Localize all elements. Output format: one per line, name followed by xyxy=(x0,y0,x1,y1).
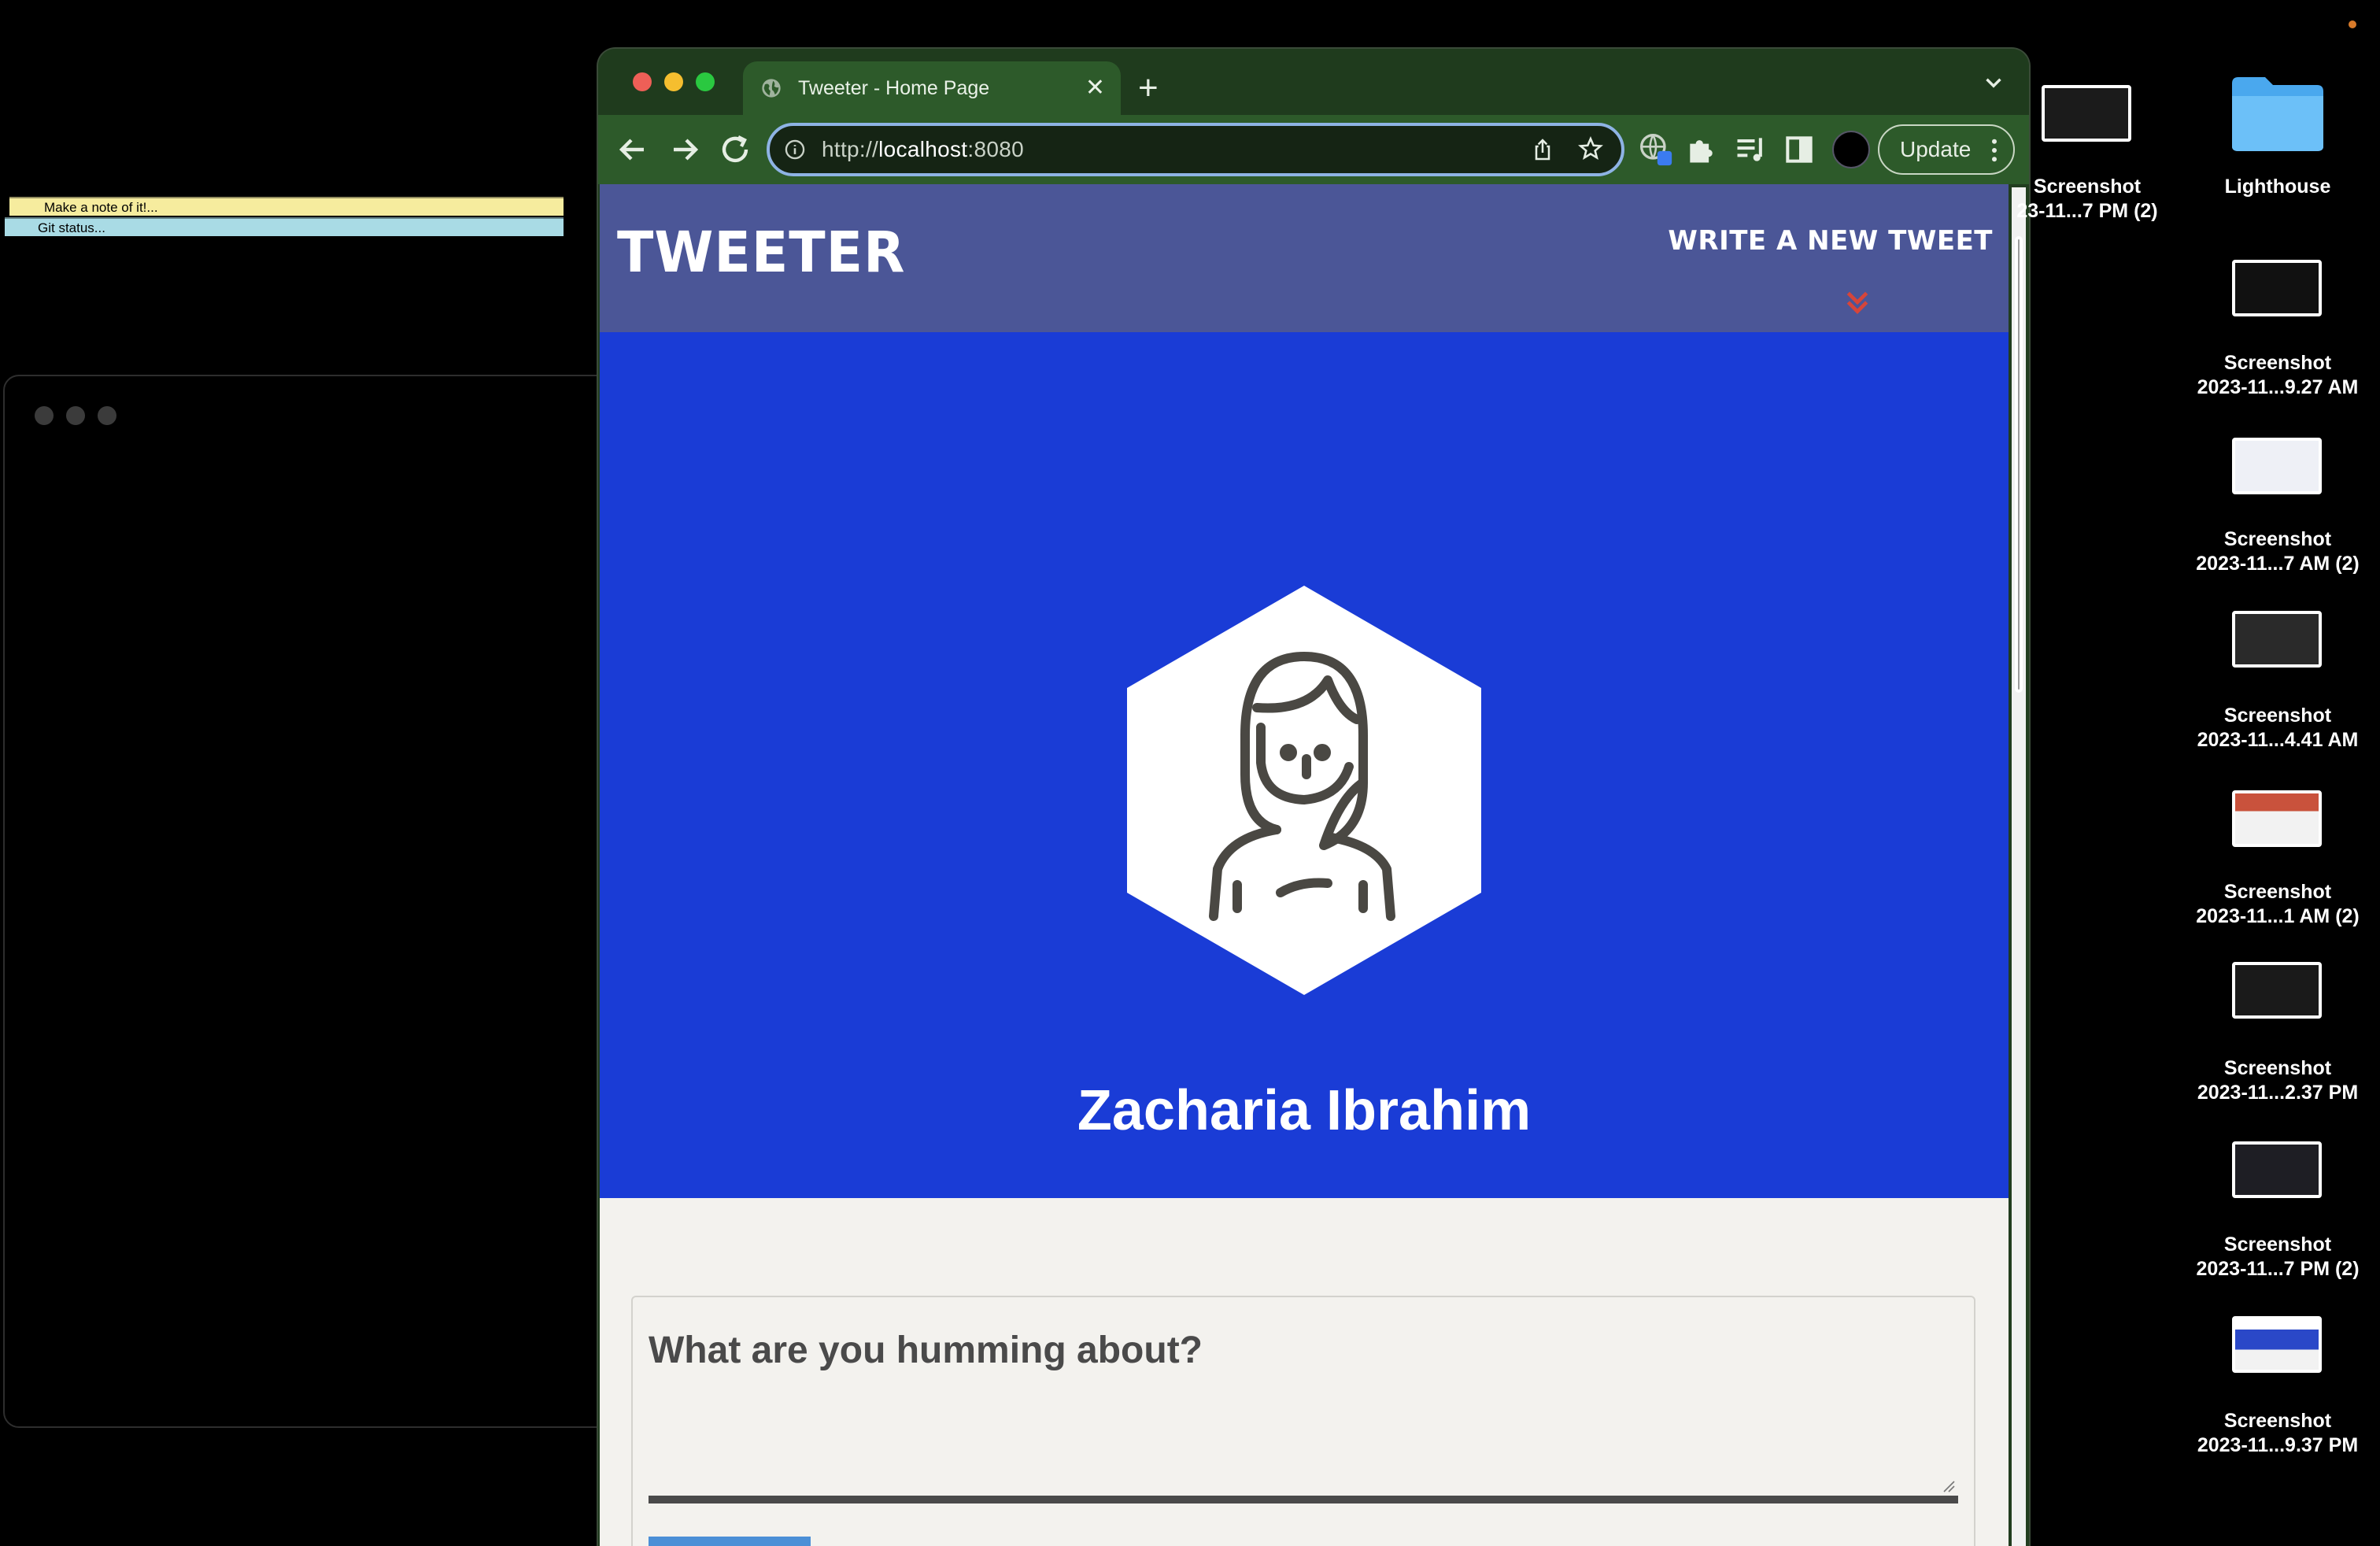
screenshot-thumbnail[interactable] xyxy=(2232,790,2322,847)
site-logo[interactable]: TWEETER xyxy=(617,220,906,286)
screenshot-thumbnail[interactable] xyxy=(2232,1316,2322,1373)
textarea-underline xyxy=(649,1496,1958,1503)
folder-icon[interactable] xyxy=(2229,72,2326,154)
tab-tweeter-home[interactable]: Tweeter - Home Page ✕ xyxy=(743,61,1121,115)
screenshot-thumbnail[interactable] xyxy=(2232,962,2322,1019)
tweet-submit-button[interactable]: TWEET xyxy=(649,1537,811,1546)
write-new-tweet-link[interactable]: WRITE A NEW TWEET xyxy=(1668,225,1993,257)
screenshot-thumbnail[interactable] xyxy=(2232,1141,2322,1198)
desktop-icon-label[interactable]: Screenshot 23-11...7 PM (2) xyxy=(1985,175,2190,224)
address-bar[interactable]: http://localhost:8080 xyxy=(767,123,1624,176)
back-arrow-icon[interactable] xyxy=(614,131,652,168)
window-minimize-dot[interactable] xyxy=(66,406,85,425)
tweet-textarea[interactable]: What are you humming about? xyxy=(649,1329,1203,1372)
zoom-window-button[interactable] xyxy=(696,72,715,91)
profile-avatar[interactable] xyxy=(1832,131,1870,168)
update-button[interactable]: Update xyxy=(1878,124,2015,175)
double-chevron-down-icon[interactable] xyxy=(1842,287,1873,318)
media-queue-icon[interactable] xyxy=(1733,132,1768,167)
screenshot-thumbnail[interactable] xyxy=(2232,438,2322,494)
profile-avatar-hexagon xyxy=(1127,586,1481,995)
globe-icon xyxy=(762,79,781,98)
desktop-icon-label[interactable]: Screenshot 2023-11...1 AM (2) xyxy=(2175,880,2380,929)
tab-strip: Tweeter - Home Page ✕ + xyxy=(598,49,2029,115)
minimize-window-button[interactable] xyxy=(664,72,683,91)
desktop-icon-label[interactable]: Screenshot 2023-11...2.37 PM xyxy=(2175,1056,2380,1105)
desktop-icon-label[interactable]: Screenshot 2023-11...9.37 PM xyxy=(2175,1409,2380,1458)
site-navbar: TWEETER WRITE A NEW TWEET xyxy=(600,184,2009,332)
desktop-icon-label[interactable]: Screenshot 2023-11...4.41 AM xyxy=(2175,704,2380,753)
screenshot-thumbnail[interactable] xyxy=(2232,260,2322,316)
new-tab-button[interactable]: + xyxy=(1138,61,1159,115)
browser-toolbar: http://localhost:8080 Update xyxy=(598,115,2029,184)
close-window-button[interactable] xyxy=(633,72,652,91)
share-icon[interactable] xyxy=(1530,137,1555,162)
desktop-icon-label[interactable]: Screenshot 2023-11...7 PM (2) xyxy=(2175,1233,2380,1282)
tab-search-chevron-icon[interactable] xyxy=(1980,69,2007,96)
url-text: http://localhost:8080 xyxy=(822,137,1024,161)
extension-globe-icon[interactable] xyxy=(1639,132,1673,167)
profile-name: Zacharia Ibrahim xyxy=(1077,1079,1532,1142)
page-viewport[interactable]: TWEETER WRITE A NEW TWEET Zacharia Ibrah… xyxy=(600,184,2009,1546)
sticky-note-make-a-note[interactable]: Make a note of it!... xyxy=(9,197,564,216)
screenshot-thumbnail[interactable] xyxy=(2042,85,2131,142)
forward-arrow-icon[interactable] xyxy=(666,131,704,168)
kebab-menu-icon[interactable] xyxy=(1991,139,1998,162)
reload-icon[interactable] xyxy=(716,131,754,168)
bookmark-star-icon[interactable] xyxy=(1577,135,1604,162)
tab-title: Tweeter - Home Page xyxy=(798,77,990,99)
background-terminal-window[interactable] xyxy=(3,375,633,1428)
window-close-dot[interactable] xyxy=(35,406,54,425)
notification-dot xyxy=(2349,20,2356,28)
sticky-note-git-status[interactable]: Git status... xyxy=(5,217,564,236)
new-tweet-form: What are you humming about? TWEET 140 xyxy=(631,1296,1975,1546)
tab-close-icon[interactable]: ✕ xyxy=(1085,61,1105,115)
window-zoom-dot[interactable] xyxy=(98,406,116,425)
desktop-icon-label[interactable]: Lighthouse xyxy=(2175,175,2380,199)
char-counter: 140 xyxy=(822,1537,897,1546)
resize-handle-icon[interactable] xyxy=(1941,1478,1955,1492)
desktop-icon-label[interactable]: Screenshot 2023-11...9.27 AM xyxy=(2175,351,2380,400)
screenshot-thumbnail[interactable] xyxy=(2232,611,2322,668)
desktop-icon-label[interactable]: Screenshot 2023-11...7 AM (2) xyxy=(2175,527,2380,576)
browser-window: Tweeter - Home Page ✕ + http://localhost… xyxy=(598,49,2029,1546)
extensions-puzzle-icon[interactable] xyxy=(1684,132,1719,167)
scrollbar-thumb[interactable] xyxy=(2015,236,2023,693)
profile-header: Zacharia Ibrahim xyxy=(600,332,2009,1198)
site-info-icon[interactable] xyxy=(784,139,806,161)
side-panel-icon[interactable] xyxy=(1782,132,1816,167)
page-scrollbar[interactable] xyxy=(2012,187,2026,1546)
